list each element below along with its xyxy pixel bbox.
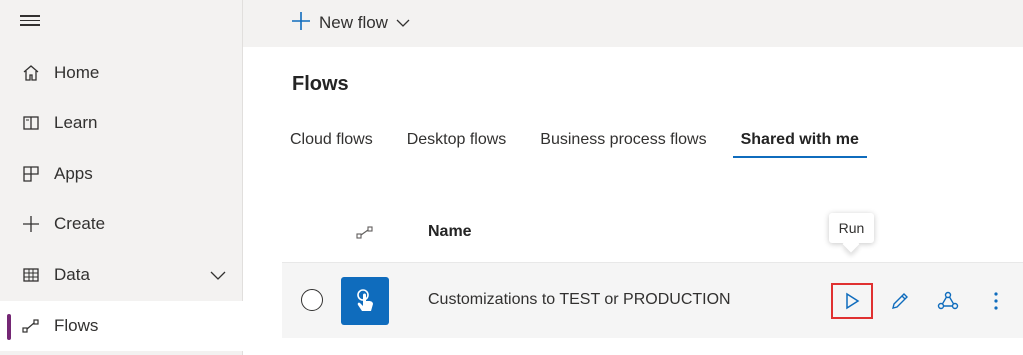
sidebar-item-label: Learn [54, 113, 98, 132]
more-options-button[interactable] [978, 283, 1014, 319]
chevron-down-icon [396, 13, 410, 33]
plus-icon [20, 213, 42, 235]
apps-icon [20, 163, 42, 185]
run-button[interactable] [831, 283, 873, 319]
home-icon [20, 62, 42, 84]
flow-name[interactable]: Customizations to TEST or PRODUCTION [428, 291, 731, 309]
sidebar-item-label: Apps [54, 164, 93, 183]
plus-icon [291, 11, 311, 36]
chevron-down-icon[interactable] [209, 266, 227, 286]
sidebar-item-label: Home [54, 63, 100, 82]
tab-shared-with-me[interactable]: Shared with me [732, 128, 868, 158]
column-header-name[interactable]: Name [428, 223, 472, 241]
new-flow-label: New flow [319, 13, 388, 32]
sidebar-item-learn[interactable]: Learn [0, 98, 243, 148]
hamburger-menu-icon[interactable] [20, 12, 40, 32]
tab-business-process-flows[interactable]: Business process flows [540, 128, 706, 158]
row-select-radio[interactable] [301, 289, 323, 311]
flow-tabs: Cloud flows Desktop flows Business proce… [290, 128, 893, 158]
book-icon [20, 112, 42, 134]
sidebar: Home Learn Apps Create Data Flows [0, 0, 243, 355]
share-button[interactable] [930, 283, 966, 319]
sidebar-item-data[interactable]: Data [0, 250, 243, 300]
pencil-icon [892, 293, 908, 309]
sidebar-item-flows[interactable]: Flows [0, 301, 243, 351]
sidebar-item-label: Data [54, 265, 90, 284]
flow-icon [20, 315, 42, 337]
play-icon [846, 292, 860, 310]
sidebar-item-apps[interactable]: Apps [0, 149, 243, 199]
table-icon [20, 264, 42, 286]
tab-cloud-flows[interactable]: Cloud flows [290, 128, 373, 158]
sidebar-item-label: Flows [54, 316, 99, 335]
touch-icon [341, 277, 389, 325]
table-row[interactable]: Customizations to TEST or PRODUCTION [282, 262, 1023, 338]
sidebar-item-create[interactable]: Create [0, 199, 243, 249]
sidebar-item-home[interactable]: Home [0, 48, 243, 98]
share-icon [937, 291, 959, 310]
edit-button[interactable] [882, 283, 918, 319]
more-vertical-icon [994, 292, 998, 310]
command-bar: New flow [243, 0, 1023, 47]
sidebar-item-label: Create [54, 214, 106, 233]
new-flow-button[interactable]: New flow [291, 10, 410, 36]
tab-desktop-flows[interactable]: Desktop flows [407, 128, 507, 158]
flow-type-column-icon [356, 226, 374, 245]
page-title: Flows [292, 73, 349, 95]
run-tooltip: Run [829, 213, 874, 243]
